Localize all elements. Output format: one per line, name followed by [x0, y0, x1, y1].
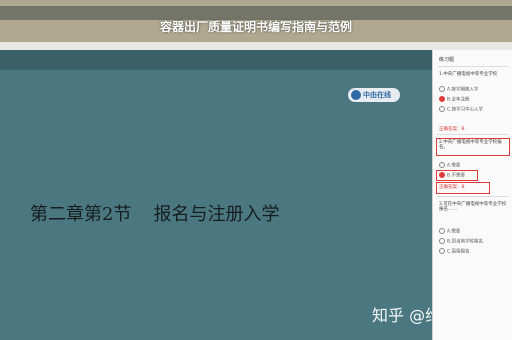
radio-selected-icon[interactable] [439, 172, 445, 178]
chapter-label: 第二章第2节 [30, 204, 132, 225]
q1-option-c[interactable]: C.按学习中心入学 [439, 106, 483, 113]
logo-text: 中由在线 [363, 91, 391, 99]
divider [437, 66, 509, 67]
section-label: 报名与注册入学 [153, 204, 280, 225]
logo-mark-icon [351, 90, 361, 100]
radio-icon[interactable] [439, 162, 445, 168]
option-label: C.按学习中心入学 [447, 107, 484, 113]
radio-icon[interactable] [439, 86, 445, 92]
q2-answer: 正确答案：B [439, 185, 465, 190]
q3-option-c[interactable]: C.直接报名 [439, 248, 470, 255]
option-label: C.直接报名 [447, 249, 470, 255]
presentation-slide: 中由在线 第二章第2节 报名与注册入学 [0, 50, 432, 340]
option-label: B.到当地学校报名 [447, 239, 484, 245]
divider-band [0, 42, 512, 50]
radio-icon[interactable] [439, 248, 445, 254]
q3-option-a[interactable]: A.需要 [439, 228, 460, 235]
question-3: 3.可在中央广播电视中等专业学校报名…… [439, 202, 507, 212]
option-label: A.需要 [447, 163, 461, 169]
q2-option-a[interactable]: A.需要 [439, 162, 460, 169]
divider [437, 134, 509, 135]
q1-option-a[interactable]: A.按学期随入学 [439, 86, 478, 93]
radio-selected-icon[interactable] [439, 96, 445, 102]
option-label: A.需要 [447, 229, 461, 235]
divider [437, 196, 509, 197]
panel-title: 练习题 [439, 57, 455, 63]
question-2: 2.中央广播电视中等专业学校报名。 [439, 140, 502, 150]
option-label: A.按学期随入学 [447, 87, 479, 93]
radio-icon[interactable] [439, 106, 445, 112]
option-label: B.全年注册 [447, 97, 470, 103]
q1-answer: 正确答案：B [439, 127, 465, 132]
question-1: 1.中央广播电视中等专业学校 [439, 72, 498, 77]
radio-icon[interactable] [439, 238, 445, 244]
option-label: B.不需要 [447, 173, 466, 179]
radio-icon[interactable] [439, 228, 445, 234]
slide-title: 第二章第2节 报名与注册入学 [30, 200, 279, 226]
q1-option-b[interactable]: B.全年注册 [439, 96, 470, 103]
brand-logo: 中由在线 [348, 88, 400, 102]
slide-header-bar [0, 50, 432, 70]
q3-option-b[interactable]: B.到当地学校报名 [439, 238, 483, 245]
exercise-panel: 练习题 1.中央广播电视中等专业学校 A.按学期随入学 B.全年注册 C.按学习… [432, 50, 512, 340]
page-headline: 容器出厂质量证明书编写指南与范例 [159, 20, 352, 34]
top-banner: 容器出厂质量证明书编写指南与范例 [0, 0, 512, 42]
q2-option-b[interactable]: B.不需要 [439, 172, 465, 179]
